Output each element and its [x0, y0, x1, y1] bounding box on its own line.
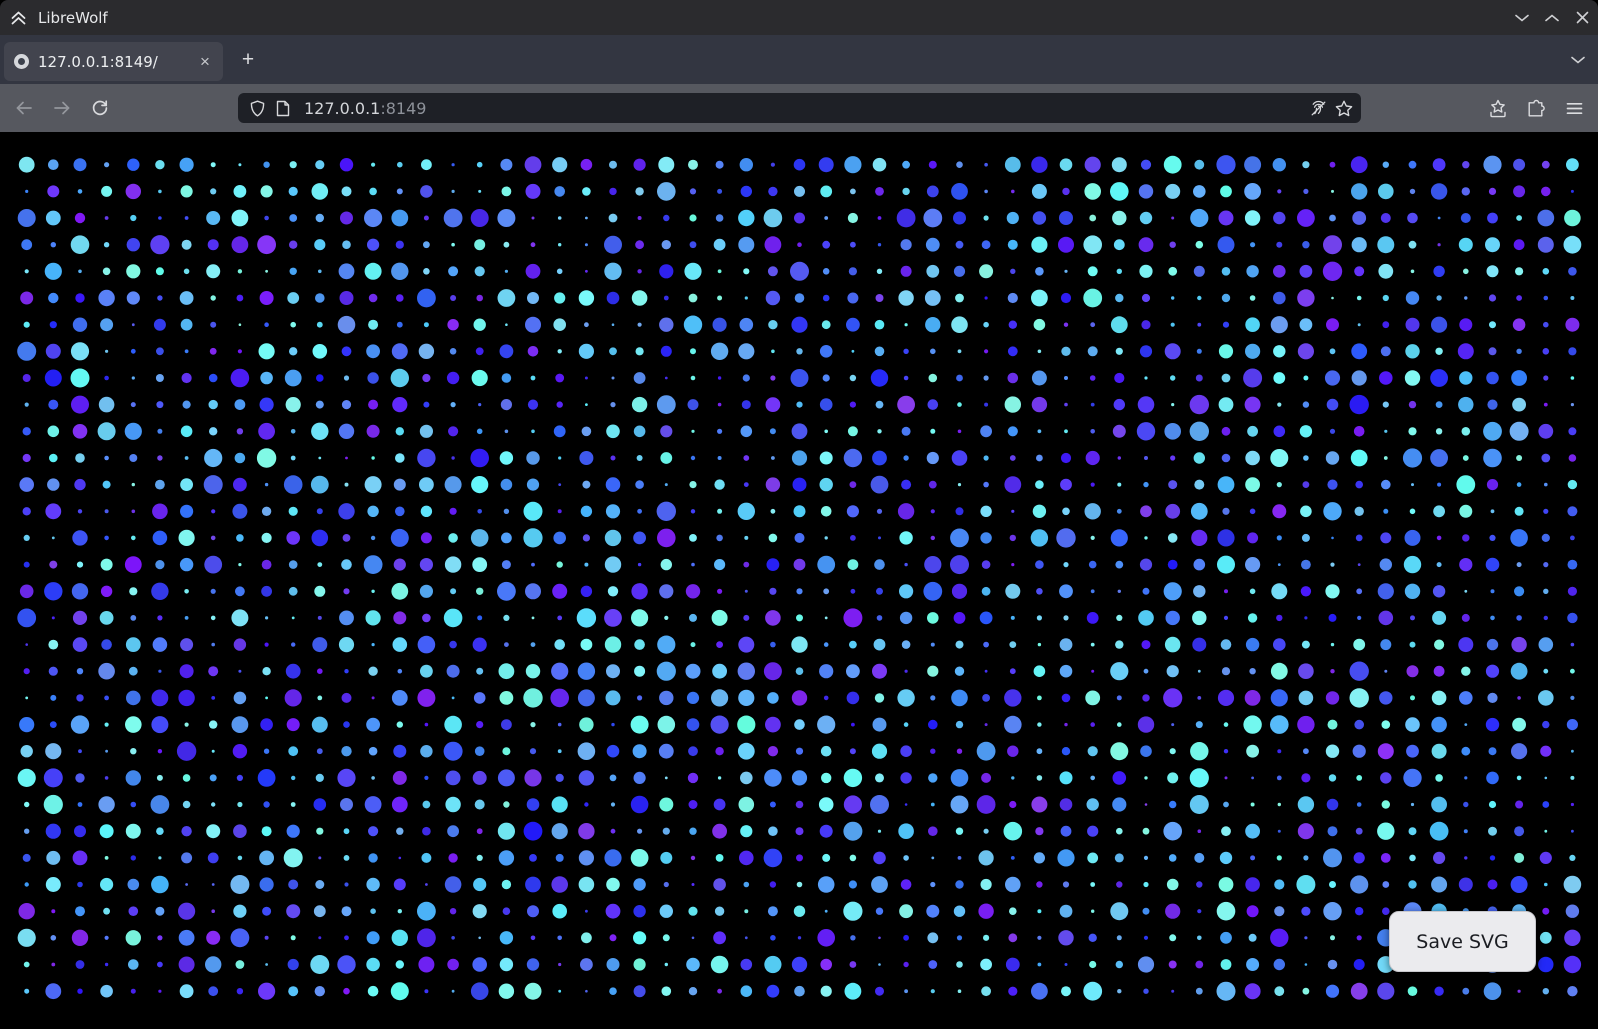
- tab-favicon-icon: [14, 54, 29, 69]
- url-text: 127.0.0.1:8149: [304, 99, 1305, 118]
- tracking-shield-icon[interactable]: [244, 95, 270, 121]
- back-icon: [15, 101, 33, 115]
- close-icon: [1576, 11, 1589, 24]
- page-viewport: Save SVG: [0, 132, 1598, 1029]
- url-port: :8149: [380, 99, 426, 118]
- navigation-toolbar: 127.0.0.1:8149: [0, 84, 1598, 132]
- browser-window: LibreWolf 127.0.0.1:8149/ × +: [0, 0, 1598, 1029]
- back-button[interactable]: [8, 92, 40, 124]
- menu-icon[interactable]: [1558, 92, 1590, 124]
- save-svg-button[interactable]: Save SVG: [1389, 911, 1536, 972]
- forward-icon: [53, 101, 71, 115]
- window-controls: [1507, 0, 1598, 35]
- tab-active[interactable]: 127.0.0.1:8149/ ×: [4, 42, 223, 81]
- address-bar[interactable]: 127.0.0.1:8149: [238, 93, 1361, 123]
- window-title: LibreWolf: [38, 9, 108, 27]
- tab-bar: 127.0.0.1:8149/ × +: [0, 35, 1598, 84]
- reload-button[interactable]: [84, 92, 116, 124]
- dot-matrix-art: [0, 132, 1598, 1029]
- close-button[interactable]: [1567, 0, 1597, 35]
- toolbar-right-icons: [1476, 92, 1590, 124]
- library-icon[interactable]: [1482, 92, 1514, 124]
- maximize-icon: [1545, 14, 1559, 22]
- maximize-button[interactable]: [1537, 0, 1567, 35]
- minimize-icon: [1515, 14, 1529, 22]
- bookmark-star-icon[interactable]: [1331, 95, 1357, 121]
- tab-close-icon[interactable]: ×: [193, 50, 217, 74]
- forward-button[interactable]: [46, 92, 78, 124]
- reload-icon: [91, 99, 109, 117]
- librewolf-logo-icon: [10, 10, 27, 26]
- tab-list-chevron-icon[interactable]: [1564, 45, 1592, 75]
- fingerprint-protection-icon[interactable]: [1305, 95, 1331, 121]
- new-tab-button[interactable]: +: [233, 45, 263, 75]
- url-host: 127.0.0.1: [304, 99, 380, 118]
- page-info-icon[interactable]: [270, 95, 296, 121]
- extensions-icon[interactable]: [1520, 92, 1552, 124]
- titlebar: LibreWolf: [0, 0, 1598, 35]
- tab-title: 127.0.0.1:8149/: [38, 53, 193, 71]
- minimize-button[interactable]: [1507, 0, 1537, 35]
